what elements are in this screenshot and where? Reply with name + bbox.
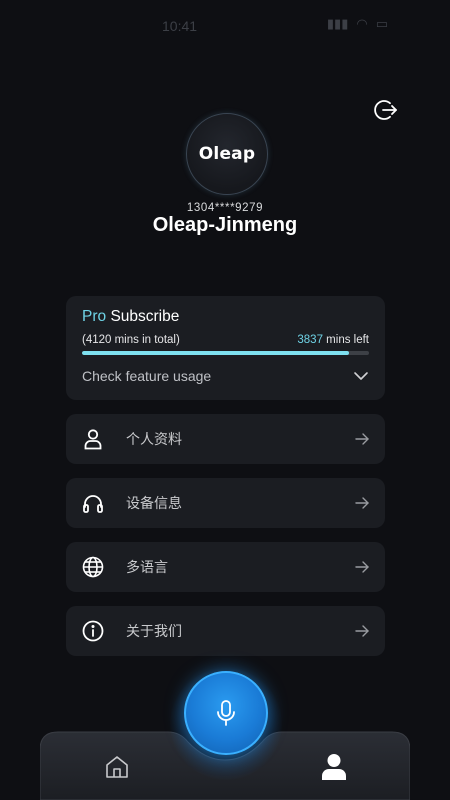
mins-left: 3837 mins left bbox=[297, 334, 369, 346]
mins-left-value: 3837 bbox=[297, 334, 323, 346]
feature-usage-label: Check feature usage bbox=[82, 368, 212, 384]
battery-icon: ▭ bbox=[375, 16, 388, 31]
subscription-title: Pro Subscribe bbox=[82, 308, 179, 326]
menu-item-about-us[interactable]: 关于我们 bbox=[66, 606, 385, 656]
info-icon bbox=[82, 620, 104, 642]
logout-button[interactable] bbox=[372, 96, 400, 124]
avatar[interactable]: Oleap bbox=[186, 113, 268, 195]
menu-item-label: 个人资料 bbox=[126, 432, 182, 448]
mic-button[interactable] bbox=[184, 671, 268, 755]
home-icon bbox=[106, 756, 128, 778]
arrow-right-icon bbox=[355, 624, 369, 638]
menu-item-profile[interactable]: 个人资料 bbox=[66, 414, 385, 464]
nav-home-button[interactable] bbox=[104, 754, 130, 780]
usage-progress-fill bbox=[82, 351, 350, 355]
logout-icon bbox=[374, 100, 397, 120]
avatar-logo-text: Oleap bbox=[198, 144, 256, 164]
menu-item-label: 设备信息 bbox=[126, 496, 182, 512]
microphone-icon bbox=[217, 700, 235, 726]
pro-label: Pro bbox=[82, 308, 107, 325]
menu-item-label: 多语言 bbox=[126, 560, 168, 576]
mins-left-suffix: mins left bbox=[322, 334, 369, 346]
usage-progress-bar bbox=[82, 351, 369, 355]
username: Oleap-Jinmeng bbox=[152, 214, 298, 236]
status-bar: 10:41 ▮▮▮ ◠ ▭ bbox=[0, 0, 450, 50]
person-filled-icon bbox=[322, 754, 346, 780]
status-icons: ▮▮▮ ◠ ▭ bbox=[327, 16, 388, 32]
check-feature-usage-toggle[interactable]: Check feature usage bbox=[82, 366, 369, 386]
status-time: 10:41 bbox=[162, 18, 198, 34]
signal-icon: ▮▮▮ bbox=[326, 16, 349, 31]
menu-item-label: 关于我们 bbox=[126, 624, 182, 640]
arrow-right-icon bbox=[355, 560, 369, 574]
person-icon bbox=[82, 428, 104, 450]
phone-number: 1304****9279 bbox=[186, 202, 264, 214]
arrow-right-icon bbox=[355, 496, 369, 510]
menu-item-device-info[interactable]: 设备信息 bbox=[66, 478, 385, 528]
arrow-right-icon bbox=[355, 432, 369, 446]
wifi-icon: ◠ bbox=[356, 16, 368, 31]
globe-icon bbox=[82, 556, 104, 578]
subscribe-label: Subscribe bbox=[110, 308, 180, 325]
chevron-down-icon bbox=[354, 372, 368, 380]
headphones-icon bbox=[82, 492, 104, 514]
mins-total: (4120 mins in total) bbox=[82, 334, 180, 346]
subscription-card: Pro Subscribe (4120 mins in total) 3837 … bbox=[66, 296, 385, 400]
menu-item-language[interactable]: 多语言 bbox=[66, 542, 385, 592]
nav-profile-button[interactable] bbox=[320, 752, 348, 782]
